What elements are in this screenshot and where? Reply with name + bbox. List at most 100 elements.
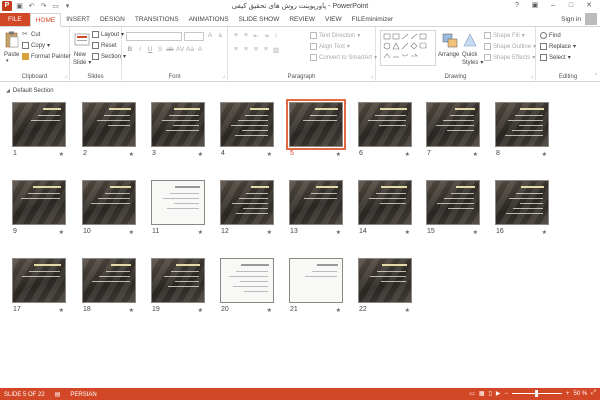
shadow-icon[interactable]: S (156, 46, 164, 53)
format-painter-button[interactable]: Format Painter (22, 53, 71, 60)
collapse-section-icon[interactable]: ◢ (6, 88, 10, 94)
shape-outline-button[interactable]: Shape Outline ▾ (484, 43, 536, 50)
slide-thumbnail[interactable]: 4 ★ (220, 102, 274, 158)
paste-icon[interactable] (4, 31, 20, 49)
spacing-icon[interactable]: AV (176, 46, 184, 53)
zoom-level[interactable]: 50 % (574, 391, 588, 397)
new-slide-dropdown[interactable]: Slide ▾ (73, 59, 91, 67)
slide-thumbnail[interactable]: 22 ★ (358, 258, 412, 314)
slide-thumbnail[interactable]: 12 ★ (220, 180, 274, 236)
tab-design[interactable]: DESIGN (95, 13, 130, 26)
bold-icon[interactable]: B (126, 46, 134, 53)
select-button[interactable]: Select ▾ (540, 54, 571, 61)
tab-view[interactable]: VIEW (320, 13, 347, 26)
font-launcher-icon[interactable]: ⌟ (223, 73, 225, 79)
transition-star-icon[interactable]: ★ (129, 229, 134, 236)
layout-button[interactable]: Layout ▾ (92, 31, 124, 38)
transition-star-icon[interactable]: ★ (267, 229, 272, 236)
transition-star-icon[interactable]: ★ (59, 229, 64, 236)
transition-star-icon[interactable]: ★ (405, 229, 410, 236)
copy-button[interactable]: Copy ▾ (22, 42, 50, 49)
tab-animations[interactable]: ANIMATIONS (184, 13, 234, 26)
transition-star-icon[interactable]: ★ (129, 307, 134, 314)
line-spacing-icon[interactable]: ↕ (272, 32, 280, 40)
collapse-ribbon-icon[interactable]: ⌃ (594, 73, 598, 79)
zoom-in-icon[interactable]: + (566, 391, 570, 397)
slide-thumbnail[interactable]: 13 ★ (289, 180, 343, 236)
transition-star-icon[interactable]: ★ (129, 151, 134, 158)
transition-star-icon[interactable]: ★ (542, 229, 547, 236)
tab-review[interactable]: REVIEW (284, 13, 320, 26)
arrange-button[interactable]: Arrange (438, 52, 459, 58)
paragraph-launcher-icon[interactable]: ⌟ (371, 73, 373, 79)
zoom-slider[interactable] (511, 390, 562, 397)
transition-star-icon[interactable]: ★ (336, 229, 341, 236)
section-button[interactable]: Section ▾ (92, 53, 126, 60)
transition-star-icon[interactable]: ★ (405, 307, 410, 314)
slide-thumbnail[interactable]: 20 ★ (220, 258, 274, 314)
transition-star-icon[interactable]: ★ (59, 151, 64, 158)
fit-to-window-icon[interactable]: ⤢ (591, 390, 596, 397)
new-slide-button[interactable]: New (74, 52, 86, 58)
transition-star-icon[interactable]: ★ (405, 151, 410, 158)
quick-styles-button[interactable]: Quick (462, 52, 477, 58)
shape-fill-button[interactable]: Shape Fill ▾ (484, 32, 525, 39)
slide-thumbnail[interactable]: 11 ★ (151, 180, 205, 236)
transition-star-icon[interactable]: ★ (267, 307, 272, 314)
slide-thumbnail[interactable]: 1 ★ (12, 102, 66, 158)
slide-thumbnail[interactable]: 14 ★ (358, 180, 412, 236)
arrange-icon[interactable] (442, 32, 458, 50)
align-left-icon[interactable]: ≡ (232, 46, 240, 54)
justify-icon[interactable]: ≡ (262, 46, 270, 54)
tab-slide-show[interactable]: SLIDE SHOW (234, 13, 285, 26)
align-text-button[interactable]: Align Text ▾ (310, 43, 350, 50)
slide-thumbnail[interactable]: 16 ★ (495, 180, 549, 236)
change-case-icon[interactable]: Aa (186, 46, 194, 53)
language-indicator[interactable]: PERSIAN (70, 392, 96, 398)
slide-thumbnail[interactable]: 5 ★ (286, 99, 346, 158)
slideshow-view-icon[interactable]: ▶ (496, 390, 501, 397)
quick-styles-label2[interactable]: Styles ▾ (462, 59, 483, 67)
slide-thumbnail[interactable]: 2 ★ (82, 102, 136, 158)
maximize-icon[interactable]: □ (562, 0, 580, 11)
text-direction-button[interactable]: Text Direction ▾ (310, 32, 360, 39)
tab-home[interactable]: HOME (29, 13, 62, 27)
slide-thumbnail[interactable]: 3 ★ (151, 102, 205, 158)
new-slide-icon[interactable] (74, 31, 90, 49)
strikethrough-icon[interactable]: ab (166, 46, 174, 53)
tab-file[interactable]: FILE (0, 13, 30, 26)
drawing-launcher-icon[interactable]: ⌟ (531, 73, 533, 79)
font-color-icon[interactable]: A (196, 46, 204, 53)
slide-thumbnail[interactable]: 10 ★ (82, 180, 136, 236)
help-icon[interactable]: ? (508, 0, 526, 11)
zoom-out-icon[interactable]: − (504, 391, 508, 397)
close-icon[interactable]: ✕ (580, 0, 598, 11)
avatar[interactable] (585, 13, 597, 25)
columns-icon[interactable]: ▥ (272, 46, 280, 54)
slide-sorter-view-icon[interactable]: ▦ (479, 390, 485, 397)
sign-in-link[interactable]: Sign in (561, 13, 585, 26)
replace-button[interactable]: Replace ▾ (540, 43, 576, 50)
find-button[interactable]: Find (540, 32, 561, 39)
copy-dropdown-icon[interactable]: ▾ (47, 42, 50, 49)
slide-thumbnail[interactable]: 21 ★ (289, 258, 343, 314)
tab-transitions[interactable]: TRANSITIONS (130, 13, 184, 26)
transition-star-icon[interactable]: ★ (336, 151, 341, 158)
decrease-indent-icon[interactable]: ⇤ (252, 32, 260, 40)
tab-fileminimizer[interactable]: FILEminimizer (347, 13, 399, 26)
slide-thumbnail[interactable]: 17 ★ (12, 258, 66, 314)
slide-thumbnail[interactable]: 8 ★ (495, 102, 549, 158)
minimize-icon[interactable]: – (544, 0, 562, 11)
font-name-combo[interactable] (126, 32, 182, 41)
slide-thumbnail[interactable]: 15 ★ (426, 180, 480, 236)
quick-styles-icon[interactable] (462, 32, 478, 50)
transition-star-icon[interactable]: ★ (198, 229, 203, 236)
align-center-icon[interactable]: ≡ (242, 46, 250, 54)
slide-thumbnail[interactable]: 19 ★ (151, 258, 205, 314)
align-right-icon[interactable]: ≡ (252, 46, 260, 54)
font-size-combo[interactable] (184, 32, 204, 41)
convert-smartart-button[interactable]: Convert to SmartArt ▾ (310, 54, 377, 61)
transition-star-icon[interactable]: ★ (198, 151, 203, 158)
numbering-icon[interactable]: ≡ (242, 32, 250, 40)
shape-effects-button[interactable]: Shape Effects ▾ (484, 54, 535, 61)
